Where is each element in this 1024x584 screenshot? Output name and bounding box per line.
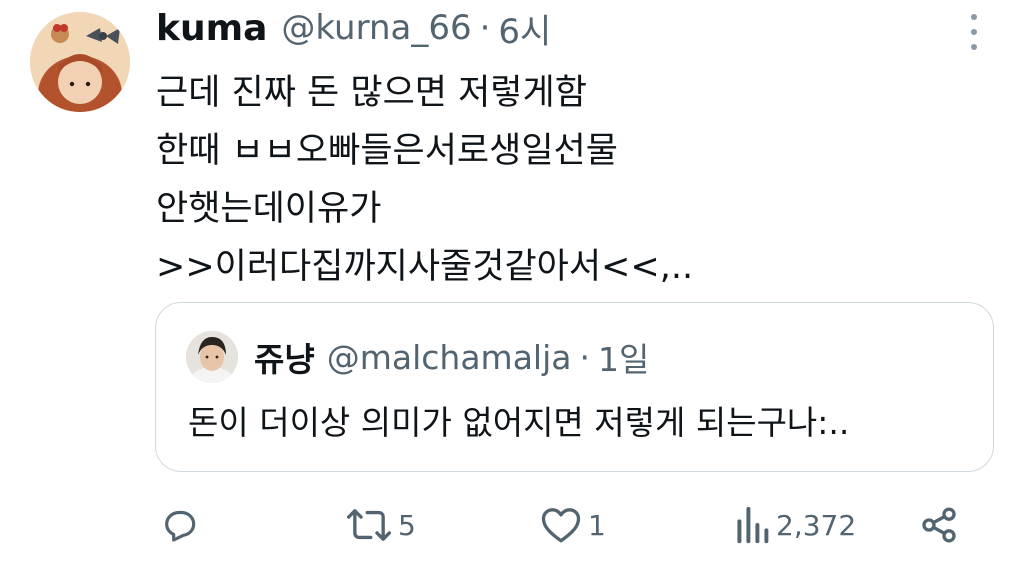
retweet-icon	[346, 505, 392, 545]
tweet-header: kuma @kurna_66 · 6시	[156, 8, 551, 52]
heart-icon	[540, 505, 582, 545]
views-chart-icon	[734, 505, 770, 545]
reply-button[interactable]	[160, 500, 200, 550]
retweet-count: 5	[398, 508, 416, 542]
tweet-text-line: >>이러다집까지사줄것같아서<<,..	[156, 247, 694, 287]
tweet-text-line: 안햇는데이유가	[156, 189, 382, 229]
quoted-timestamp[interactable]: 1일	[598, 333, 649, 381]
quoted-tweet[interactable]: 쥬냥 @malchamalja · 1일 돈이 더이상 의미가 없어지면 저렇게…	[155, 302, 994, 472]
user-handle[interactable]: @kurna_66	[281, 8, 471, 48]
tweet[interactable]: kuma @kurna_66 · 6시 근데 진짜 돈 많으면 저렇게함 한때 …	[0, 0, 1024, 584]
tweet-text-line: 한때 ㅂㅂ오빠들은서로생일선물	[156, 131, 618, 171]
quoted-user-avatar[interactable]	[186, 331, 238, 383]
views-count: 2,372	[776, 508, 857, 542]
quoted-tweet-header: 쥬냥 @malchamalja · 1일	[254, 333, 649, 381]
like-button[interactable]: 1	[540, 500, 606, 550]
quoted-display-name[interactable]: 쥬냥	[254, 333, 315, 381]
reply-icon	[160, 505, 200, 545]
like-count: 1	[588, 508, 606, 542]
display-name[interactable]: kuma	[156, 8, 267, 49]
share-icon	[918, 505, 960, 545]
separator-dot: ·	[579, 337, 590, 377]
share-button[interactable]	[918, 500, 960, 550]
quoted-tweet-text: 돈이 더이상 의미가 없어지면 저렇게 되는구나:..	[188, 403, 850, 442]
tweet-text-line: 근데 진짜 돈 많으면 저렇게함	[156, 73, 587, 113]
timestamp[interactable]: 6시	[498, 4, 551, 53]
views-button[interactable]: 2,372	[734, 500, 856, 550]
action-bar: 5 1 2,372	[0, 500, 1024, 550]
more-vertical-icon[interactable]	[962, 14, 986, 50]
tweet-text: 근데 진짜 돈 많으면 저렇게함 한때 ㅂㅂ오빠들은서로생일선물 안햇는데이유가…	[156, 64, 976, 296]
quoted-user-handle[interactable]: @malchamalja	[327, 338, 572, 377]
separator-dot: ·	[479, 8, 491, 48]
retweet-button[interactable]: 5	[346, 500, 416, 550]
user-avatar[interactable]	[30, 12, 130, 112]
